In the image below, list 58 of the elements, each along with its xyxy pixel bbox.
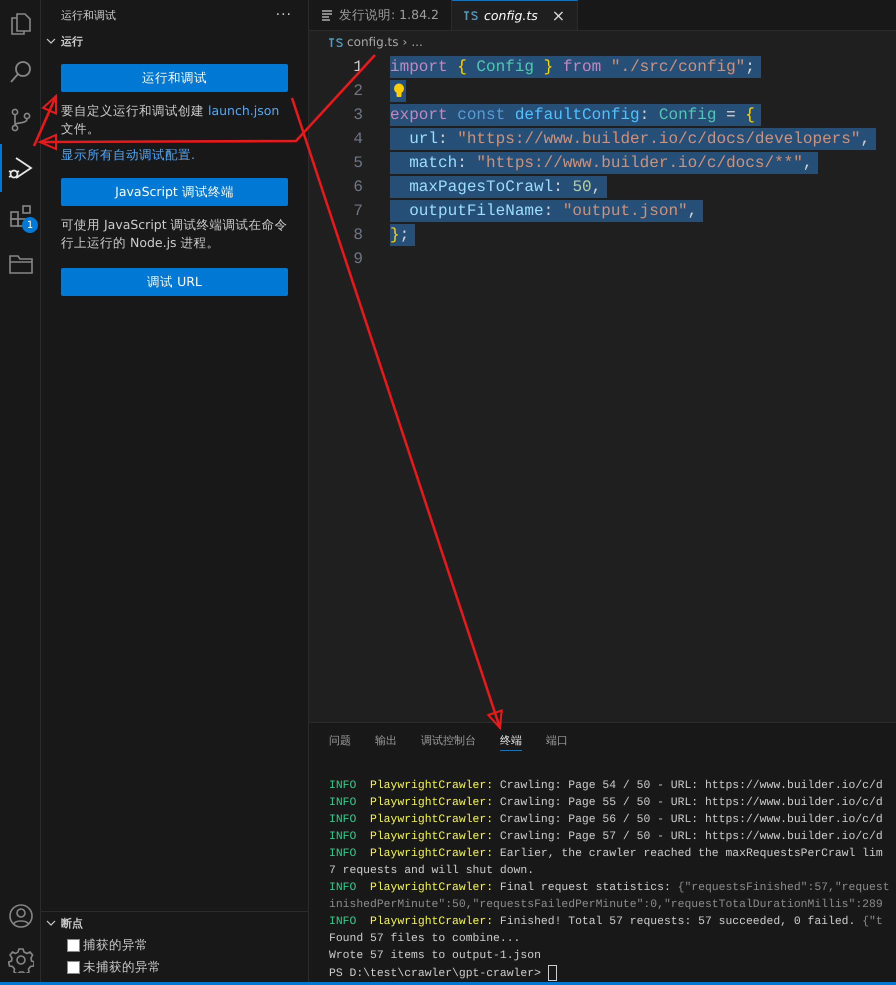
line-number: 2 [352, 82, 364, 100]
line-number: 6 [352, 178, 364, 196]
chevron-icon[interactable] [46, 918, 56, 928]
terminal-line: PS D:\test\crawler\gpt-crawler> [329, 965, 896, 982]
panel-tab[interactable]: 输出 [375, 733, 397, 750]
panel-tab[interactable]: 调试控制台 [421, 733, 476, 750]
terminal-line: INFO PlaywrightCrawler: Final request statistics: {"requestsFinished":57,"request [329, 880, 891, 896]
help-text: 可使用 JavaScript 调试终端调试在命令行上运行的 Node.js 进程。 [61, 216, 288, 252]
line-number: 8 [352, 226, 364, 244]
checkbox-label[interactable]: 捕获的异常 [83, 936, 148, 954]
editor-tab[interactable]: config.ts × [452, 0, 578, 30]
line-number: 9 [352, 250, 364, 268]
search-icon[interactable] [8, 59, 34, 85]
document-icon [321, 9, 333, 21]
checkbox[interactable] [67, 960, 80, 974]
panel-tab[interactable]: 端口 [546, 733, 568, 750]
panel-tab[interactable]: 终端 [500, 733, 522, 751]
terminal-line: Wrote 57 items to output-1.json [329, 948, 542, 964]
checkbox-label[interactable]: 未捕获的异常 [83, 958, 161, 976]
breadcrumb-separator: › [402, 35, 408, 49]
breadcrumb-item[interactable]: ... [411, 35, 423, 49]
line-number: 5 [352, 154, 364, 172]
terminal-line: INFO PlaywrightCrawler: Finished! Total 57 requests: 57 succeeded, 0 failed. {"t [329, 914, 884, 930]
terminal-line: inishedPerMinute":50,"requestsFailedPerMinute":0,"requestTotalDurationMillis":289 [329, 898, 884, 913]
line-number: 4 [352, 130, 364, 148]
more-actions-button[interactable]: ··· [276, 7, 292, 23]
show-configs-link[interactable]: 显示所有自动调试配置. [61, 146, 195, 164]
panel-tab[interactable]: 问题 [329, 733, 351, 750]
account-icon[interactable] [8, 903, 34, 929]
line-number: 7 [352, 202, 364, 220]
extensions-icon[interactable] [8, 203, 34, 229]
breadcrumb-item[interactable]: config.ts [347, 35, 398, 49]
terminal-line: 7 requests and will shut down. [329, 864, 536, 879]
terminal-line: Found 57 files to combine... [329, 932, 522, 947]
terminal-line: INFO PlaywrightCrawler: Crawling: Page 57 / 50 - URL: https://www.builder.io/c/d [329, 830, 884, 845]
section-title[interactable]: 断点 [61, 916, 83, 930]
section-title[interactable]: 运行 [61, 34, 83, 48]
typescript-icon [464, 11, 478, 20]
terminal-line: INFO PlaywrightCrawler: Crawling: Page 54 / 50 - URL: https://www.builder.io/c/d [329, 778, 884, 794]
settings-icon[interactable] [8, 947, 34, 973]
notification-badge: 1 [22, 217, 38, 233]
help-text: 要自定义运行和调试创建 launch.json 文件。 [61, 102, 280, 138]
close-button[interactable]: × [552, 6, 566, 25]
lightbulb-icon[interactable] [393, 83, 405, 98]
action-button[interactable]: 调试 URL [61, 268, 288, 296]
terminal-line: INFO PlaywrightCrawler: Earlier, the crawler reached the maxRequestsPerCrawl lim [329, 846, 884, 862]
terminal-line: INFO PlaywrightCrawler: Crawling: Page 56 / 50 - URL: https://www.builder.io/c/d [329, 812, 884, 828]
checkbox[interactable] [67, 938, 80, 952]
run-debug-icon[interactable] [8, 155, 34, 181]
chevron-icon[interactable] [46, 36, 56, 46]
files-icon[interactable] [8, 11, 34, 37]
line-number: 3 [352, 106, 364, 124]
action-button[interactable]: JavaScript 调试终端 [61, 178, 288, 206]
typescript-icon [329, 38, 343, 46]
action-button[interactable]: 运行和调试 [61, 64, 288, 92]
launch-json-link[interactable]: launch.json [208, 103, 280, 118]
terminal-line: INFO PlaywrightCrawler: Crawling: Page 55 / 50 - URL: https://www.builder.io/c/d [329, 796, 884, 811]
sidebar-title: 运行和调试 [61, 8, 116, 22]
